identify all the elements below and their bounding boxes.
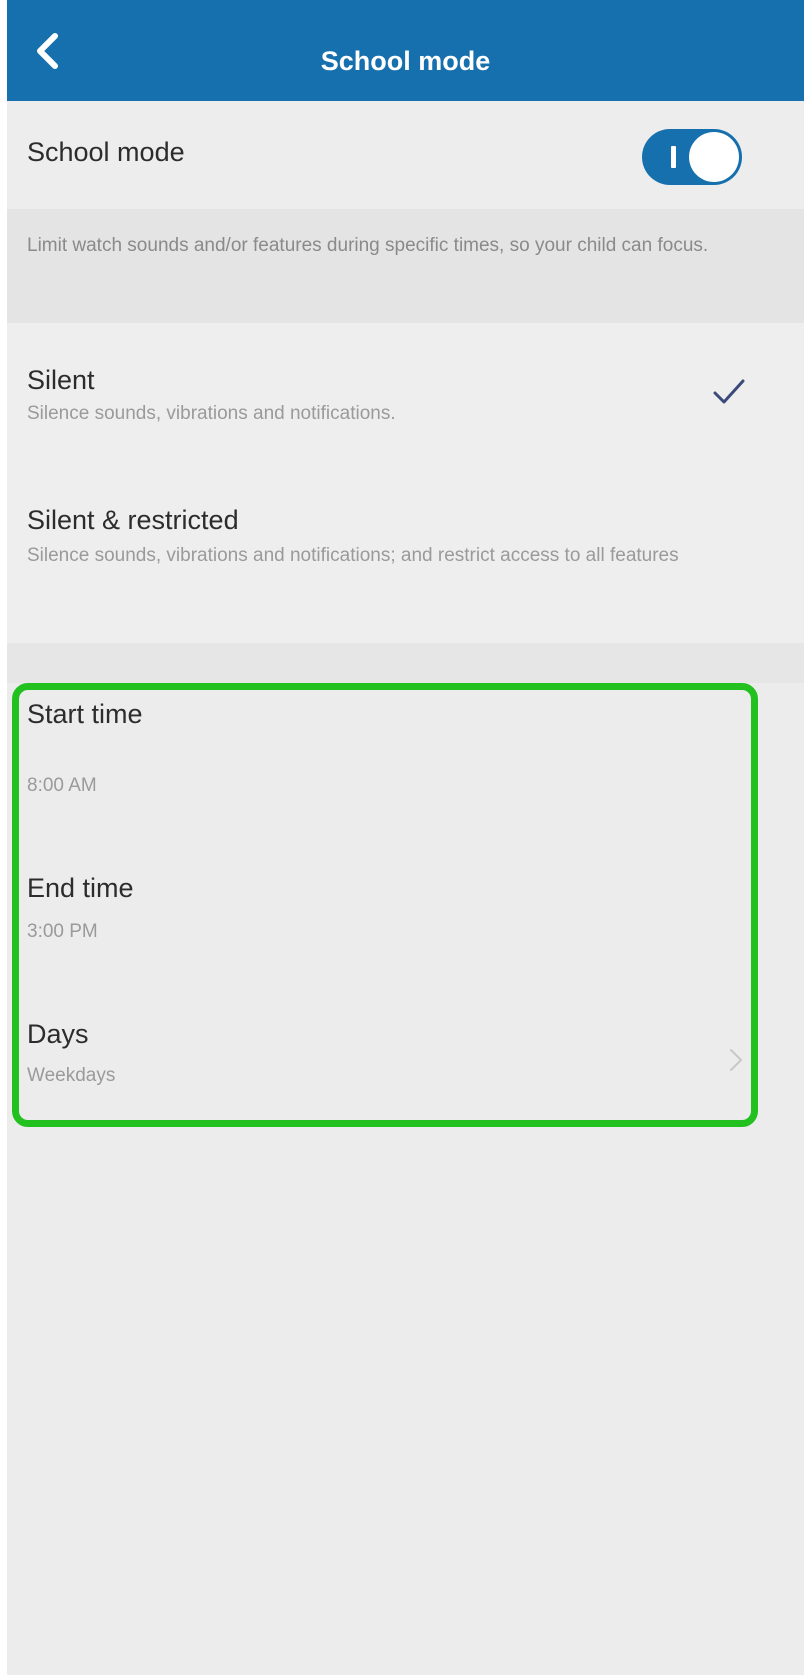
option-silent-subtitle: Silence sounds, vibrations and notificat… bbox=[27, 403, 396, 424]
checkmark-icon bbox=[713, 379, 745, 404]
start-time-value: 8:00 AM bbox=[27, 775, 97, 796]
chevron-right-icon bbox=[730, 1049, 742, 1071]
app-header: School mode bbox=[7, 0, 804, 101]
start-time-label: Start time bbox=[27, 699, 143, 729]
option-silent[interactable]: Silent Silence sounds, vibrations and no… bbox=[7, 323, 804, 473]
option-silent-restricted[interactable]: Silent & restricted Silence sounds, vibr… bbox=[7, 473, 804, 643]
school-mode-toggle[interactable] bbox=[642, 129, 742, 185]
option-silent-restricted-title: Silent & restricted bbox=[27, 505, 239, 535]
toggle-knob bbox=[689, 132, 739, 182]
days-row[interactable]: Days Weekdays bbox=[7, 983, 804, 1133]
description-text: Limit watch sounds and/or features durin… bbox=[27, 235, 709, 256]
school-mode-label: School mode bbox=[27, 137, 185, 167]
option-silent-restricted-subtitle: Silence sounds, vibrations and notificat… bbox=[27, 545, 679, 566]
schedule-section: Start time 8:00 AM End time 3:00 PM Days… bbox=[7, 683, 804, 1675]
end-time-value: 3:00 PM bbox=[27, 921, 98, 942]
page-title: School mode bbox=[320, 46, 491, 76]
start-time-row[interactable]: Start time 8:00 AM bbox=[7, 683, 804, 833]
end-time-label: End time bbox=[27, 873, 134, 903]
description-section: Limit watch sounds and/or features durin… bbox=[7, 209, 804, 323]
section-divider bbox=[7, 643, 804, 683]
days-label: Days bbox=[27, 1019, 89, 1049]
days-value: Weekdays bbox=[27, 1065, 116, 1086]
school-mode-row: School mode bbox=[7, 101, 804, 209]
option-silent-title: Silent bbox=[27, 365, 95, 395]
mode-options: Silent Silence sounds, vibrations and no… bbox=[7, 323, 804, 643]
screen: School mode School mode Limit watch soun… bbox=[7, 0, 804, 1675]
toggle-on-indicator bbox=[671, 146, 676, 168]
end-time-row[interactable]: End time 3:00 PM bbox=[7, 853, 804, 1003]
